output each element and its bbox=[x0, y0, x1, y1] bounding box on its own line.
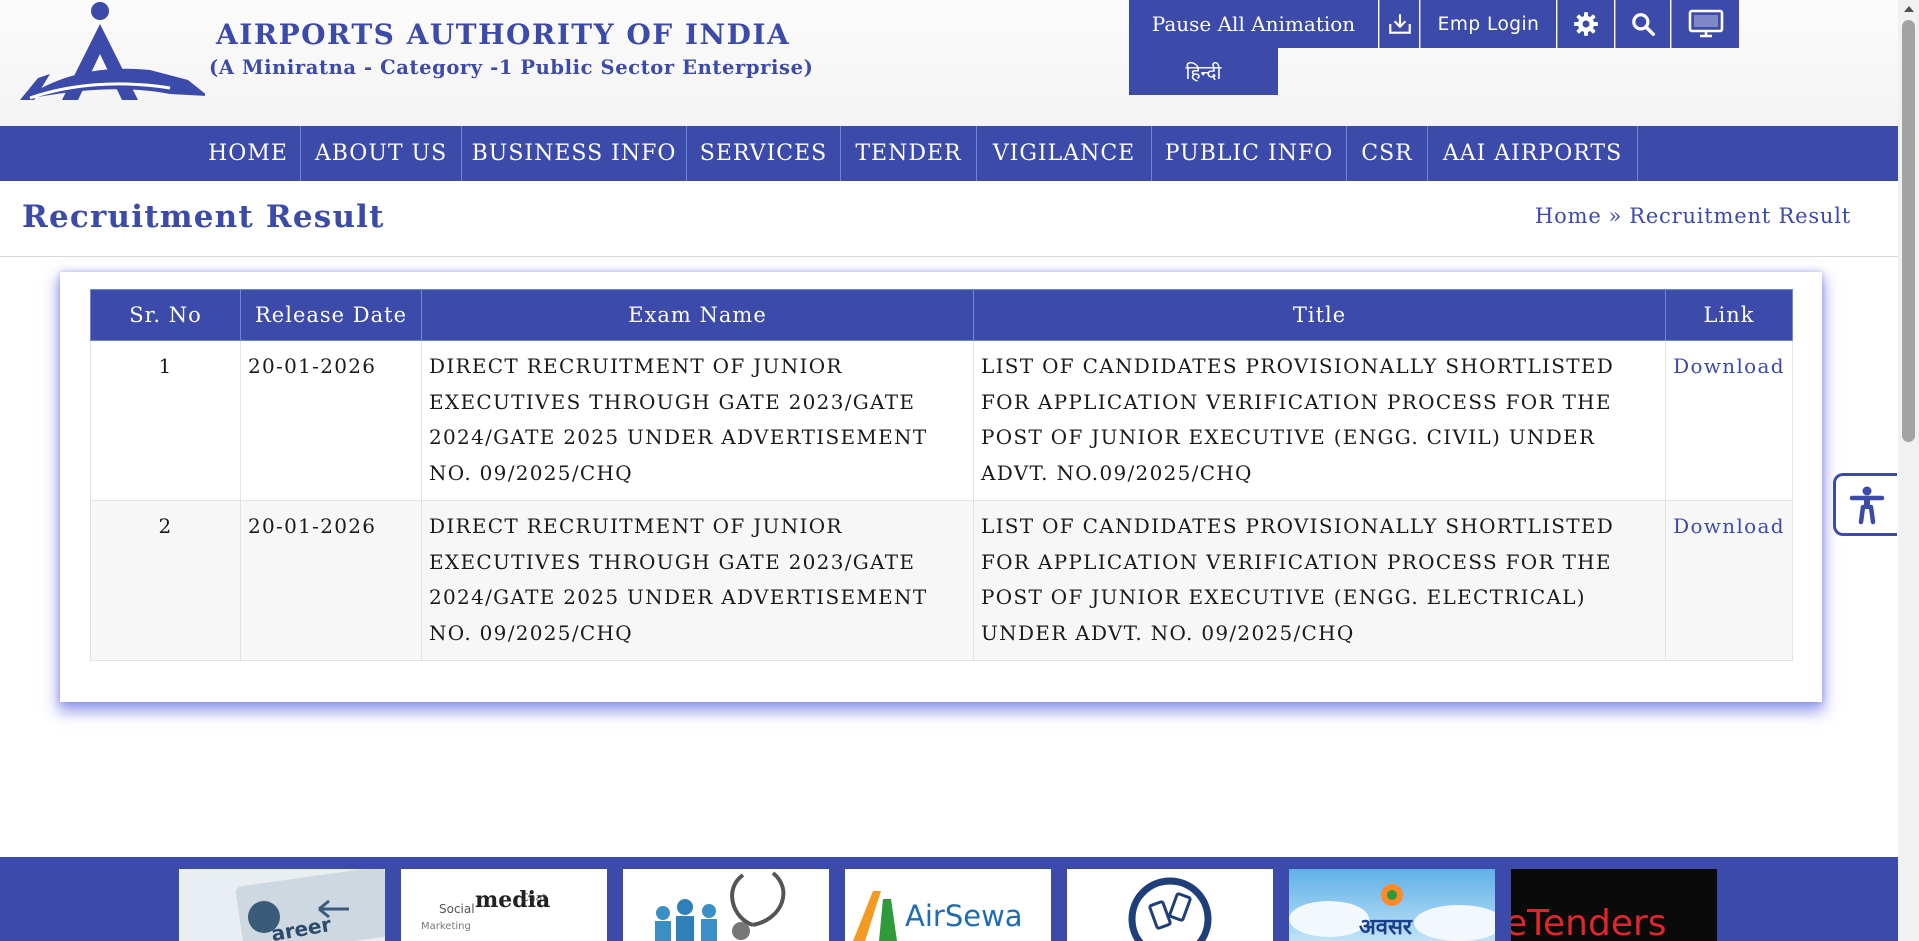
vertical-scrollbar[interactable] bbox=[1898, 0, 1919, 941]
pause-animation-label: Pause All Animation bbox=[1151, 12, 1356, 36]
accessibility-button[interactable] bbox=[1833, 473, 1897, 536]
nav-item-business-info[interactable]: BUSINESS INFO bbox=[462, 126, 687, 181]
breadcrumb-home-link[interactable]: Home bbox=[1535, 204, 1602, 228]
main-nav: HOME ABOUT US BUSINESS INFO SERVICES TEN… bbox=[0, 126, 1898, 181]
column-header-title: Title bbox=[973, 289, 1666, 341]
results-table: Sr. No Release Date Exam Name Title Link… bbox=[90, 289, 1793, 661]
career-tile[interactable]: areer bbox=[179, 869, 385, 941]
nav-item-csr[interactable]: CSR bbox=[1347, 126, 1428, 181]
nav-item-aai-airports[interactable]: AAI AIRPORTS bbox=[1428, 126, 1638, 181]
settings-button[interactable] bbox=[1557, 0, 1614, 48]
site-subtitle: (A Miniratna - Category -1 Public Sector… bbox=[209, 56, 814, 79]
search-icon bbox=[1632, 13, 1656, 37]
cell-link: Download bbox=[1665, 500, 1793, 661]
download-button[interactable] bbox=[1379, 0, 1419, 48]
download-icon bbox=[1388, 14, 1411, 34]
column-header-release-date: Release Date bbox=[240, 289, 422, 341]
nav-item-about-us[interactable]: ABOUT US bbox=[301, 126, 462, 181]
health-icon bbox=[623, 869, 829, 941]
breadcrumb-current: Recruitment Result bbox=[1629, 204, 1851, 228]
table-row: 1 20-01-2026 DIRECT RECRUITMENT OF JUNIO… bbox=[90, 340, 1793, 501]
cell-release-date: 20-01-2026 bbox=[240, 500, 422, 661]
svg-text:Marketing: Marketing bbox=[421, 921, 471, 932]
download-link[interactable]: Download bbox=[1673, 514, 1785, 538]
scroll-up-arrow-icon[interactable] bbox=[1904, 6, 1914, 12]
breadcrumb: Home » Recruitment Result bbox=[1535, 204, 1851, 228]
svg-text:Social: Social bbox=[439, 902, 475, 916]
cell-sr-no: 2 bbox=[90, 500, 241, 661]
site-title: AIRPORTS AUTHORITY OF INDIA bbox=[216, 18, 791, 51]
cell-exam-name: DIRECT RECRUITMENT OF JUNIOR EXECUTIVES … bbox=[421, 340, 974, 501]
nav-item-public-info[interactable]: PUBLIC INFO bbox=[1152, 126, 1347, 181]
emp-login-label: Emp Login bbox=[1437, 13, 1540, 35]
mobile-app-icon bbox=[1067, 869, 1273, 941]
cell-release-date: 20-01-2026 bbox=[240, 340, 422, 501]
column-header-sr-no: Sr. No bbox=[90, 289, 241, 341]
footer-links-strip: areer Social Marketing Chat media AirSew… bbox=[0, 857, 1898, 941]
aai-logo-icon[interactable] bbox=[20, 0, 205, 106]
cell-sr-no: 1 bbox=[90, 340, 241, 501]
social-media-tile-label: media bbox=[475, 887, 551, 913]
scrollbar-thumb[interactable] bbox=[1902, 20, 1915, 442]
page-title: Recruitment Result bbox=[22, 199, 385, 235]
etenders-tile-label: eTenders bbox=[1511, 903, 1667, 941]
gear-icon bbox=[1574, 12, 1598, 36]
emp-login-button[interactable]: Emp Login bbox=[1420, 0, 1556, 48]
airsewa-tile[interactable]: AirSewa bbox=[845, 869, 1051, 941]
nav-item-home[interactable]: HOME bbox=[196, 126, 301, 181]
table-row: 2 20-01-2026 DIRECT RECRUITMENT OF JUNIO… bbox=[90, 500, 1793, 661]
title-divider bbox=[0, 256, 1898, 257]
download-link[interactable]: Download bbox=[1673, 354, 1785, 378]
results-card: Sr. No Release Date Exam Name Title Link… bbox=[60, 272, 1822, 702]
breadcrumb-separator: » bbox=[1608, 204, 1623, 228]
pause-animation-button[interactable]: Pause All Animation bbox=[1129, 0, 1378, 48]
etenders-tile[interactable]: eTenders bbox=[1511, 869, 1717, 941]
social-media-tile[interactable]: Social Marketing Chat media bbox=[401, 869, 607, 941]
nav-item-vigilance[interactable]: VIGILANCE bbox=[977, 126, 1152, 181]
hindi-language-button[interactable]: हिन्दी bbox=[1129, 48, 1278, 95]
accessibility-icon bbox=[1849, 486, 1884, 524]
display-settings-button[interactable] bbox=[1671, 0, 1739, 48]
avsar-tile[interactable]: अवसर bbox=[1289, 869, 1495, 941]
mobile-app-tile[interactable] bbox=[1067, 869, 1273, 941]
site-header: AIRPORTS AUTHORITY OF INDIA (A Miniratna… bbox=[0, 0, 1898, 126]
avsar-tile-label: अवसर bbox=[1359, 915, 1412, 940]
search-button[interactable] bbox=[1615, 0, 1670, 48]
nav-item-services[interactable]: SERVICES bbox=[687, 126, 841, 181]
column-header-exam-name: Exam Name bbox=[421, 289, 974, 341]
cell-link: Download bbox=[1665, 340, 1793, 501]
table-header-row: Sr. No Release Date Exam Name Title Link bbox=[90, 289, 1793, 341]
cell-title: LIST OF CANDIDATES PROVISIONALLY SHORTLI… bbox=[973, 340, 1666, 501]
cell-exam-name: DIRECT RECRUITMENT OF JUNIOR EXECUTIVES … bbox=[421, 500, 974, 661]
nav-item-tender[interactable]: TENDER bbox=[841, 126, 977, 181]
column-header-link: Link bbox=[1665, 289, 1793, 341]
airsewa-tile-label: AirSewa bbox=[905, 899, 1023, 933]
monitor-icon bbox=[1688, 9, 1723, 38]
cell-title: LIST OF CANDIDATES PROVISIONALLY SHORTLI… bbox=[973, 500, 1666, 661]
health-tile[interactable] bbox=[623, 869, 829, 941]
